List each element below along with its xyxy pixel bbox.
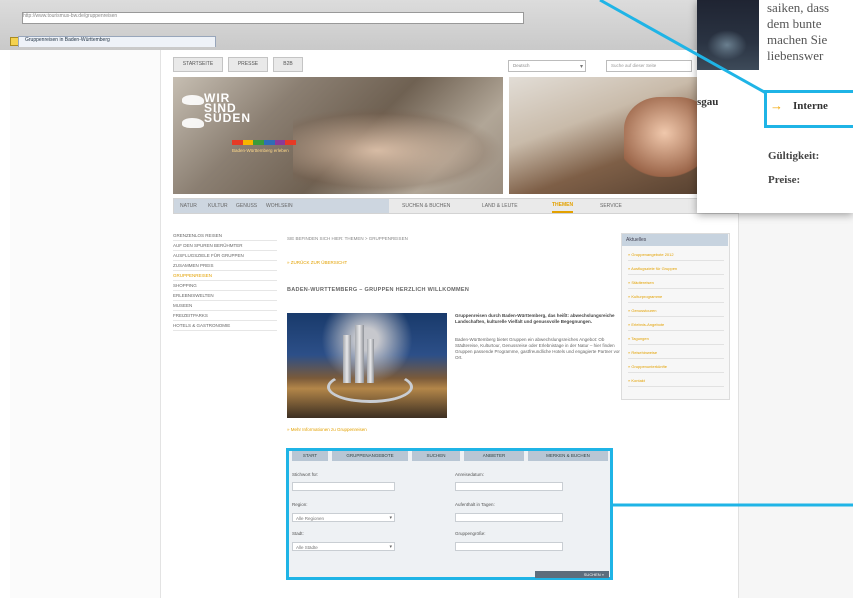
leftmenu-item[interactable]: AUSFLUGSZIELE FÜR GRUPPEN <box>173 252 277 261</box>
panel-tab-gruppenangebote[interactable]: GRUPPENANGEBOTE <box>332 451 408 461</box>
leftmenu-item-selected[interactable]: GRUPPENREISEN <box>173 272 277 281</box>
lion-logo-icon-2 <box>182 118 204 128</box>
lion-logo-icon <box>182 95 204 105</box>
nav-genuss[interactable]: GENUSS <box>236 199 257 213</box>
sidebar-link[interactable]: » Erlebnis-Angebote <box>628 320 724 331</box>
callout-line: saiken, dass <box>767 0 830 15</box>
sidebar-link[interactable]: » Reisehinweise <box>628 348 724 359</box>
content-photo <box>287 313 447 418</box>
anreisedatum-input[interactable] <box>455 482 563 491</box>
panel-tab-anbieter[interactable]: ANBIETER <box>464 451 524 461</box>
sidebar-link[interactable]: » Städtereisen <box>628 278 724 289</box>
topnav-b2b[interactable]: B2B <box>273 57 303 72</box>
panel-tab-merken-buchen[interactable]: MERKEN & BUCHEN <box>528 451 608 461</box>
intro-text: Baden-Württemberg bietet Gruppen ein abw… <box>455 337 620 360</box>
callout-line: dem bunte <box>767 16 822 31</box>
sidebar-link[interactable]: » Ausflugsziele für Gruppen <box>628 264 724 275</box>
stadt-select-value: Alle Städte <box>296 545 318 550</box>
callout-image <box>697 0 759 70</box>
field-label-stadt: Stadt: <box>292 531 304 536</box>
nav-themen[interactable]: THEMEN <box>552 199 574 213</box>
field-label-stichwort: Stichwort für: <box>292 472 319 477</box>
nav-kultur[interactable]: KULTUR <box>208 199 228 213</box>
sidebar-link[interactable]: » Kulturprogramme <box>628 292 724 303</box>
callout-line: liebenswer <box>767 48 824 63</box>
aufenthalt-input[interactable] <box>455 513 563 522</box>
page-title: BADEN-WÜRTTEMBERG – GRUPPEN HERZLICH WIL… <box>287 287 470 293</box>
search-input[interactable]: Suche auf dieser Seite <box>606 60 692 72</box>
nav-service[interactable]: SERVICE <box>600 199 622 213</box>
chevron-down-icon: ▾ <box>389 544 392 550</box>
sidebar-link[interactable]: » Genusstouren <box>628 306 724 317</box>
topnav-startseite[interactable]: STARTSEITE <box>173 57 223 72</box>
sidebar-link[interactable]: » Kontakt <box>628 376 724 387</box>
callout-line: machen Sie <box>767 32 828 47</box>
more-info-link[interactable]: » Mehr Informationen zu Gruppenreisen <box>287 427 367 432</box>
nav-natur[interactable]: NATUR <box>180 199 197 213</box>
nav-wohlsein[interactable]: WOHLSEIN <box>266 199 293 213</box>
callout-fragment: sgau <box>697 96 719 108</box>
sidebar-link[interactable]: » Tagungen <box>628 334 724 345</box>
chevron-down-icon: ▾ <box>389 515 392 521</box>
hero-subline: Baden-Württemberg erleben <box>232 148 289 153</box>
browser-tab[interactable]: Gruppenreisen in Baden-Württemberg <box>18 36 216 47</box>
language-select[interactable]: Deutsch ▾ <box>508 60 586 72</box>
address-bar[interactable]: http://www.tourismus-bw.de/gruppenreisen <box>22 12 524 24</box>
panel-tab-start[interactable]: START <box>292 451 328 461</box>
left-page-gutter <box>10 50 161 598</box>
search-submit-button[interactable]: SUCHEN » <box>535 571 609 578</box>
field-label-aufenthalt: Aufenthalt in Tagen: <box>455 502 495 507</box>
leftmenu-item[interactable]: ERLEBNISWELTEN <box>173 292 277 301</box>
leftmenu-item[interactable]: AUF DEN SPUREN BERÜHMTER <box>173 242 277 251</box>
field-label-anreisedatum: Anreisedatum: <box>455 472 485 477</box>
callout-prices-label: Preise: <box>768 174 801 186</box>
region-select-value: Alle Regionen <box>296 516 325 521</box>
panel-tab-suchen[interactable]: SUCHEN <box>412 451 460 461</box>
gruppengroesse-input[interactable] <box>455 542 563 551</box>
callout-internet-link[interactable]: Interne <box>793 100 828 112</box>
sidebar-link[interactable]: » Gruppenunterkünfte <box>628 362 724 373</box>
leftmenu-item[interactable]: SHOPPING <box>173 282 277 291</box>
nav-land-leute[interactable]: LAND & LEUTE <box>482 199 518 213</box>
brand-color-bar <box>232 140 297 145</box>
language-select-value: Deutsch <box>513 63 530 68</box>
topnav-presse[interactable]: PRESSE <box>228 57 268 72</box>
arrow-right-icon: → <box>770 98 783 113</box>
callout-validity-label: Gültigkeit: <box>768 150 820 162</box>
region-select[interactable]: Alle Regionen ▾ <box>292 513 395 522</box>
nav-suchen-buchen[interactable]: SUCHEN & BUCHEN <box>402 199 450 213</box>
intro-lead: Gruppenreisen durch Baden-Württemberg, d… <box>455 313 615 324</box>
breadcrumb: SIE BEFINDEN SICH HIER: THEMEN > GRUPPEN… <box>287 236 408 241</box>
leftmenu-item[interactable]: FREIZEITPARKS <box>173 312 277 321</box>
sidebar-title: Aktuelles <box>622 234 728 246</box>
leftmenu-item[interactable]: GRENZENLOS REISEN <box>173 232 277 241</box>
leftmenu-item[interactable]: MUSEEN <box>173 302 277 311</box>
field-label-region: Region: <box>292 502 308 507</box>
callout-text: saiken, dass dem bunte machen Sie lieben… <box>767 0 853 64</box>
chevron-down-icon: ▾ <box>579 64 583 70</box>
leftmenu-item[interactable]: ZUSAMMEN PREIS <box>173 262 277 271</box>
hero-slogan-line-3: SÜDEN <box>204 111 252 125</box>
sidebar-link[interactable]: » Gruppenangebote 2012 <box>628 250 724 261</box>
back-link[interactable]: » ZURÜCK ZUR ÜBERSICHT <box>287 260 347 265</box>
stadt-select[interactable]: Alle Städte ▾ <box>292 542 395 551</box>
field-label-gruppengroesse: Gruppengröße: <box>455 531 486 536</box>
leftmenu-item[interactable]: HOTELS & GASTRONOMIE <box>173 322 277 331</box>
stichwort-input[interactable] <box>292 482 395 491</box>
